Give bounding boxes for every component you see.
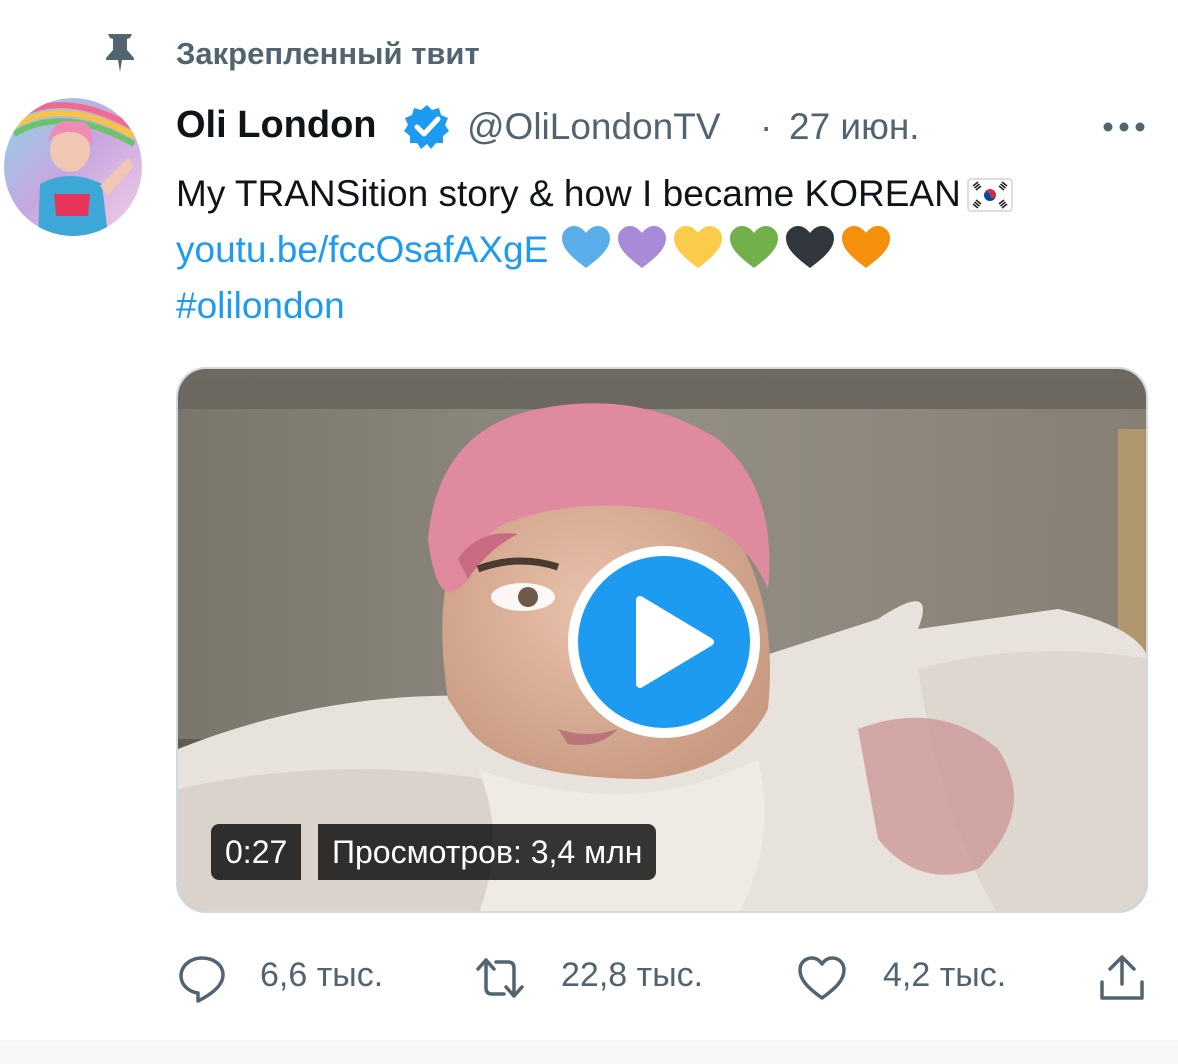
like-count: 4,2 тыс. [883, 956, 1007, 994]
purple-heart-icon [618, 226, 667, 268]
video-duration: 0:27 [211, 824, 302, 880]
author-handle[interactable]: @OliLondonTV [467, 106, 721, 148]
retweet-icon [476, 958, 524, 998]
like-heart-icon [798, 956, 846, 1000]
tweet-text-line: My TRANSition story & how I became KOREA… [176, 166, 1156, 222]
video-view-count: Просмотров: 3,4 млн [318, 824, 657, 880]
yellow-heart-icon [674, 226, 723, 268]
share-button[interactable] [1096, 946, 1150, 1010]
tweet-hashtag-line: #olilondon [176, 278, 1156, 334]
reply-button[interactable]: 6,6 тыс. [176, 946, 416, 1010]
tweet-header: Oli London @OliLondonTV · 27 июн. [176, 100, 1145, 154]
pinned-label: Закрепленный твит [176, 36, 480, 71]
south-korea-flag-icon [967, 178, 1013, 212]
divider-strip [0, 1040, 1178, 1064]
green-heart-icon [730, 226, 779, 268]
black-heart-icon [786, 226, 835, 268]
blue-heart-icon [562, 226, 611, 268]
orange-heart-icon [842, 226, 891, 268]
heart-emojis [560, 224, 896, 286]
retweet-button[interactable]: 22,8 тыс. [474, 946, 734, 1010]
author-name[interactable]: Oli London [176, 104, 377, 147]
pin-icon [106, 34, 134, 72]
share-icon [1100, 955, 1144, 1000]
retweet-count: 22,8 тыс. [561, 956, 704, 994]
avatar[interactable] [4, 98, 142, 236]
video-player[interactable]: 0:27 Просмотров: 3,4 млн [176, 367, 1148, 913]
tweet-actions: 6,6 тыс. 22,8 тыс. 4,2 тыс. [0, 946, 1178, 1010]
play-icon[interactable] [564, 542, 764, 742]
like-button[interactable]: 4,2 тыс. [796, 946, 1036, 1010]
tweet-text: My TRANSition story & how I became KOREA… [176, 166, 1156, 334]
tweet-link-line: youtu.be/fccOsafAXgE [176, 222, 1156, 278]
pinned-tweet-indicator: Закрепленный твит [0, 28, 1178, 80]
reply-count: 6,6 тыс. [260, 956, 384, 994]
more-options-icon[interactable] [1100, 112, 1148, 142]
separator-dot: · [760, 106, 773, 147]
youtube-link[interactable]: youtu.be/fccOsafAXgE [176, 229, 548, 270]
tweet-body: My TRANSition story & how I became KOREA… [176, 173, 961, 214]
hashtag-link[interactable]: #olilondon [176, 285, 345, 326]
tweet-date[interactable]: 27 июн. [789, 106, 920, 148]
verified-badge-icon [404, 105, 449, 149]
tweet-page: Закрепленный твит Oli London @OliLondonT… [0, 0, 1178, 1064]
reply-icon [179, 956, 225, 1003]
